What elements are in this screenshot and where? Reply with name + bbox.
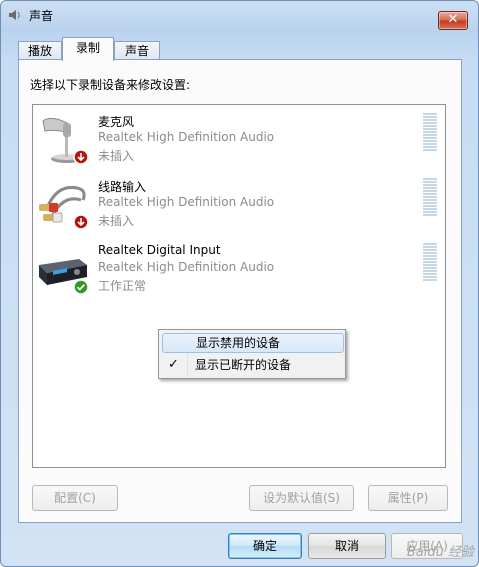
menu-item-show-disconnected[interactable]: ✓ 显示已断开的设备	[162, 355, 342, 375]
tab-recording[interactable]: 录制	[62, 37, 114, 61]
device-driver: Realtek High Definition Audio	[98, 260, 275, 274]
speaker-icon	[9, 10, 20, 20]
device-status: 未插入	[98, 149, 135, 163]
menu-item-label: 显示已断开的设备	[195, 358, 292, 372]
device-status: 未插入	[98, 214, 135, 228]
device-driver: Realtek High Definition Audio	[98, 130, 275, 144]
device-list[interactable]: 麦克风 Realtek High Definition Audio 未插入 线路…	[32, 104, 446, 468]
level-meter	[423, 243, 437, 283]
context-menu: 显示禁用的设备 ✓ 显示已断开的设备	[158, 329, 346, 379]
instruction-text: 选择以下录制设备来修改设置:	[30, 78, 191, 92]
device-item-digital-input[interactable]: Realtek Digital Input Realtek High Defin…	[33, 243, 445, 303]
title-bar[interactable]: 声音 ✕	[1, 1, 478, 30]
device-name: 麦克风	[98, 115, 135, 129]
sound-dialog: 声音 ✕ 播放 录制 声音 选择以下录制设备来修改设置: 麦克风 Realtek…	[0, 0, 479, 567]
checkmark-icon: ✓	[168, 357, 179, 372]
menu-item-label: 显示禁用的设备	[196, 336, 281, 350]
tab-sounds[interactable]: 声音	[114, 41, 160, 60]
tab-panel: 选择以下录制设备来修改设置: 麦克风 Realtek High Definiti…	[18, 59, 462, 523]
menu-item-show-disabled[interactable]: 显示禁用的设备	[162, 333, 344, 353]
ok-button[interactable]: 确定	[228, 533, 302, 559]
close-button[interactable]: ✕	[438, 11, 468, 30]
set-default-button[interactable]: 设为默认值(S)	[249, 485, 354, 511]
unplugged-badge-icon	[73, 149, 89, 165]
watermark: Baidu 经验	[406, 545, 474, 560]
ok-check-badge-icon	[73, 279, 89, 295]
level-meter	[423, 178, 437, 218]
device-item-line-in[interactable]: 线路输入 Realtek High Definition Audio 未插入	[33, 178, 445, 238]
configure-button[interactable]: 配置(C)	[32, 485, 118, 511]
level-meter	[423, 113, 437, 153]
device-driver: Realtek High Definition Audio	[98, 195, 275, 209]
tab-playback[interactable]: 播放	[18, 41, 62, 60]
device-status: 工作正常	[98, 279, 147, 293]
unplugged-badge-icon	[73, 214, 89, 230]
properties-button[interactable]: 属性(P)	[368, 485, 448, 511]
window-title: 声音	[29, 9, 54, 23]
device-item-microphone[interactable]: 麦克风 Realtek High Definition Audio 未插入	[33, 113, 445, 173]
device-name: 线路输入	[98, 180, 147, 194]
device-name: Realtek Digital Input	[98, 243, 221, 257]
cancel-button[interactable]: 取消	[308, 533, 386, 559]
